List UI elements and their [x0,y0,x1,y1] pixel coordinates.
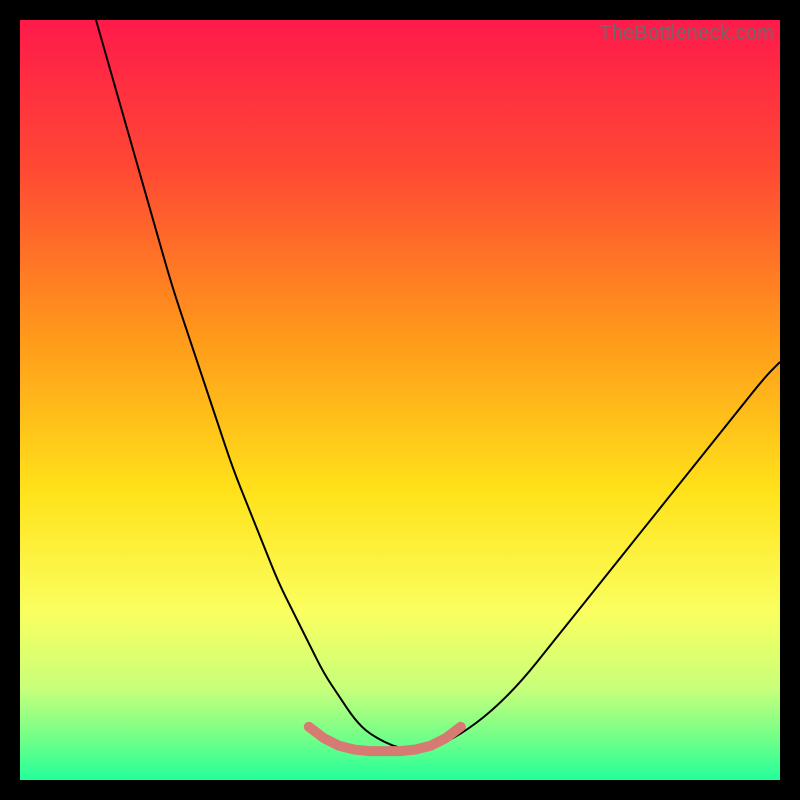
bottleneck-chart [20,20,780,780]
chart-frame: TheBottleneck.com [20,20,780,780]
gradient-background [20,20,780,780]
watermark-text: TheBottleneck.com [599,22,774,45]
